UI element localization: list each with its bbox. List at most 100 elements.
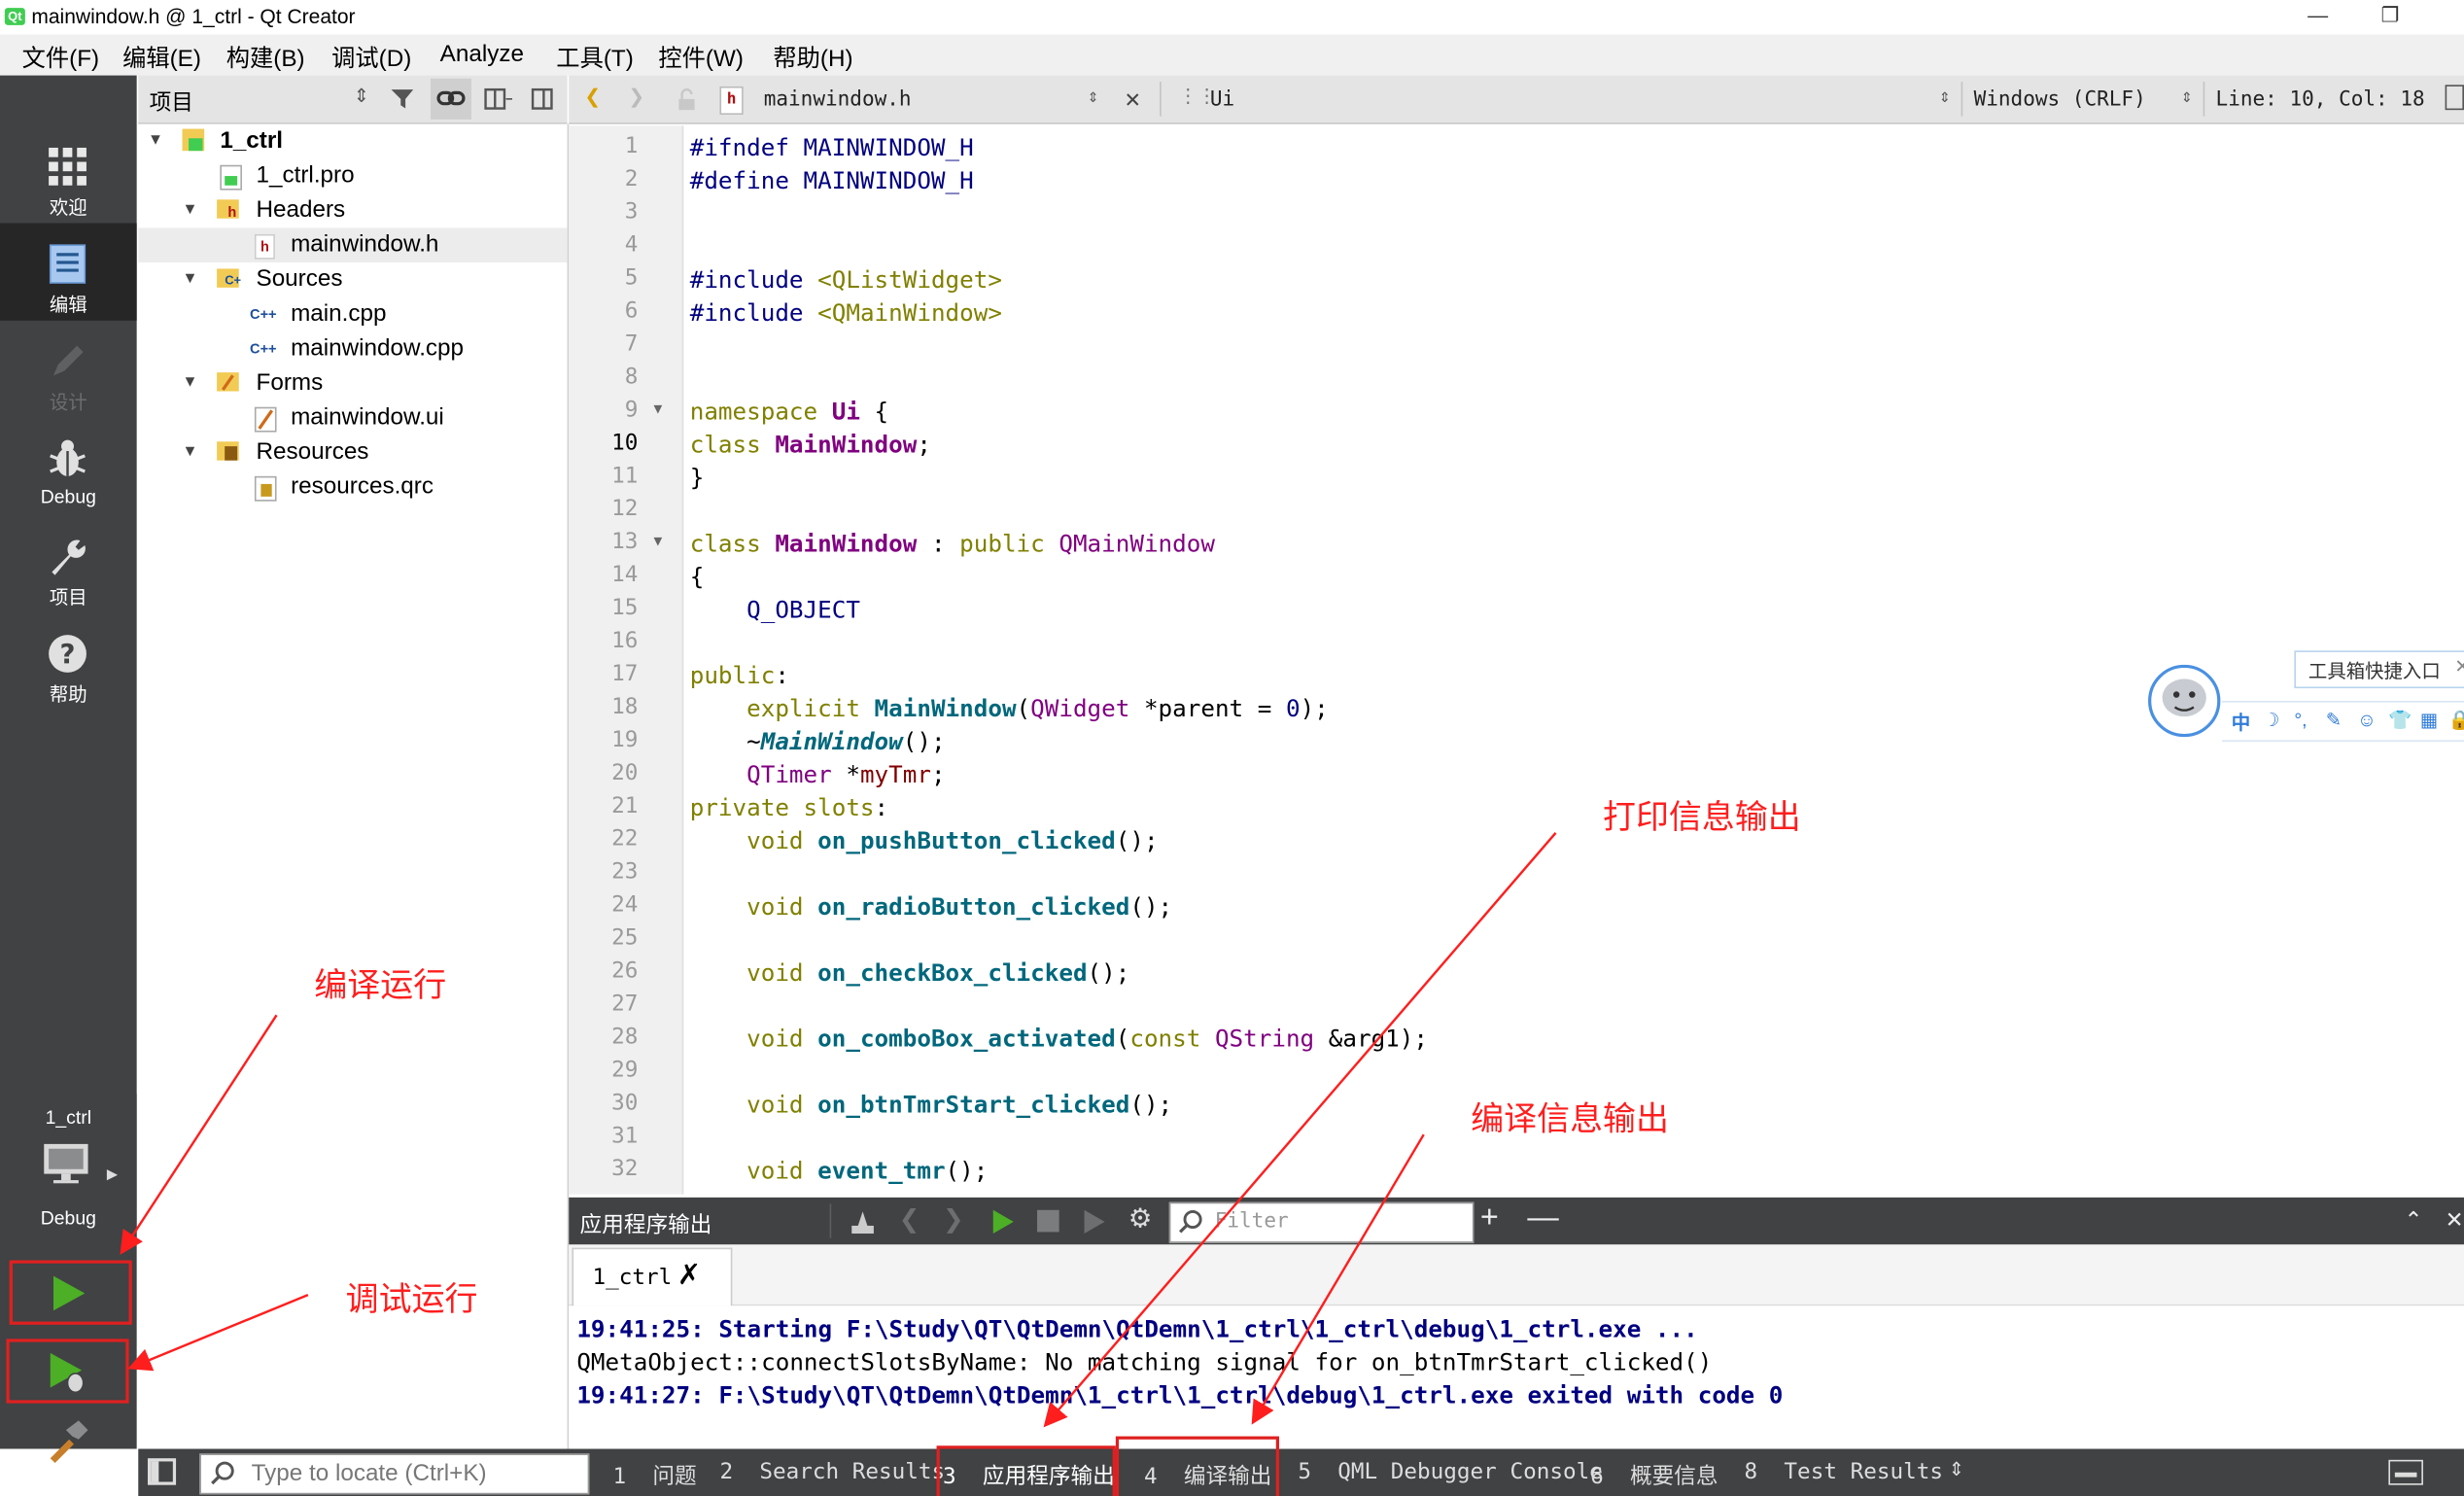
toolbox-shortcut[interactable]: 工具箱快捷入口 ✕ bbox=[2294, 650, 2464, 689]
progress-toggle-icon[interactable] bbox=[2388, 1459, 2423, 1485]
filter-icon[interactable] bbox=[390, 87, 418, 112]
close-sidebar-icon[interactable] bbox=[530, 87, 555, 112]
minimize-icon[interactable]: — bbox=[2281, 0, 2353, 35]
fold-arrow-icon[interactable]: ▼ bbox=[654, 402, 663, 418]
tree-item-mainwindow-ui[interactable]: mainwindow.ui bbox=[138, 400, 567, 435]
output-tab-1_ctrl[interactable]: 1_ctrl ✗ bbox=[572, 1247, 733, 1306]
ime-chinese-icon[interactable]: 中 bbox=[2232, 709, 2250, 735]
mode-edit[interactable]: 编辑 bbox=[0, 223, 137, 321]
ime-emoji-icon[interactable]: ☺ bbox=[2357, 709, 2377, 731]
more-tabs-arrows-icon[interactable]: ⇕ bbox=[1949, 1458, 1964, 1480]
toggle-sidebar-icon[interactable] bbox=[147, 1458, 177, 1485]
settings-gear-icon[interactable]: ⚙ bbox=[1128, 1203, 1153, 1235]
expand-arrow-icon[interactable]: ▼ bbox=[183, 366, 201, 401]
output-text[interactable]: 19:41:25: Starting F:\Study\QT\QtDemn\Qt… bbox=[569, 1305, 2464, 1447]
tree-item-main-cpp[interactable]: C++ main.cpp bbox=[138, 297, 567, 332]
close-tab-icon[interactable]: ✗ bbox=[677, 1259, 701, 1292]
line-number: 21 bbox=[611, 793, 639, 819]
cursor-position[interactable]: Line: 10, Col: 18 bbox=[2216, 88, 2425, 112]
tree-item-resources[interactable]: ▼ Resources bbox=[138, 435, 567, 470]
menu-controls[interactable]: 控件(W) bbox=[658, 41, 744, 74]
expand-arrow-icon[interactable]: ▼ bbox=[148, 124, 166, 159]
output-tab-issues[interactable]: 1 问题 bbox=[613, 1460, 697, 1491]
current-file-selector[interactable]: mainwindow.h bbox=[764, 88, 912, 112]
close-document-icon[interactable]: ✕ bbox=[1126, 84, 1141, 114]
project-view-selector[interactable]: 项目 bbox=[150, 87, 193, 118]
expand-arrow-icon[interactable]: ▼ bbox=[183, 262, 201, 297]
code-token: = bbox=[1243, 694, 1286, 723]
code-line: public: bbox=[690, 662, 789, 690]
locator-input[interactable]: Type to locate (Ctrl+K) bbox=[199, 1453, 590, 1495]
mode-welcome[interactable]: 欢迎 bbox=[0, 125, 137, 223]
split-editor-icon[interactable] bbox=[2445, 85, 2464, 111]
ime-moon-icon[interactable]: ☽ bbox=[2263, 709, 2279, 731]
ime-punct-icon[interactable]: °, bbox=[2294, 709, 2307, 731]
forward-icon[interactable]: ❯ bbox=[629, 82, 645, 113]
menu-edit[interactable]: 编辑(E) bbox=[122, 41, 201, 74]
tree-item-resources-qrc[interactable]: resources.qrc bbox=[138, 470, 567, 504]
code-token: { bbox=[689, 562, 705, 591]
attach-debugger-icon[interactable] bbox=[1081, 1208, 1109, 1235]
menu-analyze[interactable]: Analyze bbox=[440, 41, 524, 67]
add-output-icon[interactable]: + bbox=[1480, 1200, 1499, 1236]
menu-debug[interactable]: 调试(D) bbox=[331, 41, 411, 74]
debug-run-button[interactable] bbox=[6, 1339, 129, 1404]
code-editor[interactable]: #ifndef MAINWINDOW_H #define MAINWINDOW_… bbox=[684, 125, 2461, 1195]
output-tab-qml-debugger[interactable]: 5 QML Debugger Console bbox=[1298, 1460, 1602, 1485]
close-pane-icon[interactable]: ✕ bbox=[2446, 1207, 2464, 1234]
tree-item-mainwindow-h[interactable]: h mainwindow.h bbox=[138, 227, 568, 262]
tree-item-project[interactable]: ▼ 1_ctrl bbox=[138, 124, 567, 159]
run-button[interactable] bbox=[9, 1260, 132, 1325]
ime-grid-icon[interactable]: ▦ bbox=[2420, 709, 2438, 731]
status-bar: Type to locate (Ctrl+K) 1 问题 2 Search Re… bbox=[138, 1448, 2464, 1496]
next-item-icon[interactable]: ❯ bbox=[943, 1203, 964, 1235]
output-tab-general-messages[interactable]: 6 概要信息 bbox=[1590, 1460, 1718, 1491]
symbol-selector[interactable]: Ui bbox=[1210, 88, 1234, 112]
lock-icon[interactable] bbox=[676, 88, 698, 112]
rerun-icon[interactable] bbox=[990, 1208, 1016, 1235]
clean-output-icon[interactable] bbox=[849, 1208, 877, 1235]
split-icon[interactable] bbox=[484, 87, 513, 112]
output-filter-input[interactable]: Filter bbox=[1168, 1201, 1475, 1243]
output-tab-search-results[interactable]: 2 Search Results bbox=[719, 1460, 945, 1485]
code-token: slots bbox=[788, 793, 875, 822]
header-file-icon: h bbox=[719, 86, 744, 116]
menu-file[interactable]: 文件(F) bbox=[22, 41, 99, 74]
restore-icon[interactable]: ❐ bbox=[2354, 0, 2426, 35]
mode-debug[interactable]: Debug bbox=[0, 418, 137, 515]
ime-skin-icon[interactable]: 👕 bbox=[2388, 709, 2412, 731]
menu-tools[interactable]: 工具(T) bbox=[556, 41, 633, 74]
remove-output-icon[interactable]: — bbox=[1527, 1200, 1558, 1236]
assistant-avatar-icon[interactable] bbox=[2146, 663, 2222, 739]
tree-item-headers[interactable]: ▼ h Headers bbox=[138, 193, 567, 228]
code-token: ~ bbox=[689, 727, 761, 756]
menu-build[interactable]: 构建(B) bbox=[226, 41, 305, 74]
tree-item-pro[interactable]: 1_ctrl.pro bbox=[138, 158, 567, 193]
tree-item-mainwindow-cpp[interactable]: C++ mainwindow.cpp bbox=[138, 331, 567, 366]
build-hammer-icon[interactable] bbox=[44, 1417, 91, 1464]
sync-link-button[interactable] bbox=[430, 78, 472, 120]
output-tab-test-results[interactable]: 8 Test Results bbox=[1745, 1460, 1943, 1485]
previous-item-icon[interactable]: ❮ bbox=[899, 1203, 920, 1235]
expand-arrow-icon[interactable]: ▼ bbox=[183, 435, 201, 470]
ime-lock-icon[interactable]: 🔒 bbox=[2448, 709, 2464, 731]
tree-item-forms[interactable]: ▼ Forms bbox=[138, 366, 567, 401]
back-icon[interactable]: ❮ bbox=[584, 82, 601, 113]
kit-selector[interactable]: 1_ctrl ▶ Debug bbox=[0, 1094, 137, 1245]
expand-arrow-icon[interactable]: ▼ bbox=[183, 193, 201, 228]
menu-help[interactable]: 帮助(H) bbox=[773, 41, 852, 74]
code-line: namespace Ui { bbox=[690, 398, 888, 426]
stop-icon[interactable] bbox=[1037, 1209, 1059, 1233]
close-icon[interactable]: ✕ bbox=[2454, 655, 2464, 678]
ime-tool-icon[interactable]: ✎ bbox=[2326, 709, 2342, 731]
line-number: 24 bbox=[611, 892, 639, 919]
tree-item-sources[interactable]: ▼ C+ Sources bbox=[138, 262, 567, 297]
maximize-pane-icon[interactable]: ⌃ bbox=[2405, 1207, 2423, 1234]
code-line: private slots: bbox=[690, 793, 888, 821]
line-ending-selector[interactable]: Windows (CRLF) bbox=[1974, 88, 2146, 112]
output-pane-title: 应用程序输出 bbox=[579, 1211, 712, 1237]
mode-projects[interactable]: 项目 bbox=[0, 515, 137, 612]
fold-arrow-icon[interactable]: ▼ bbox=[654, 535, 663, 550]
search-icon bbox=[211, 1461, 234, 1485]
mode-help[interactable]: ? 帮助 bbox=[0, 612, 137, 710]
